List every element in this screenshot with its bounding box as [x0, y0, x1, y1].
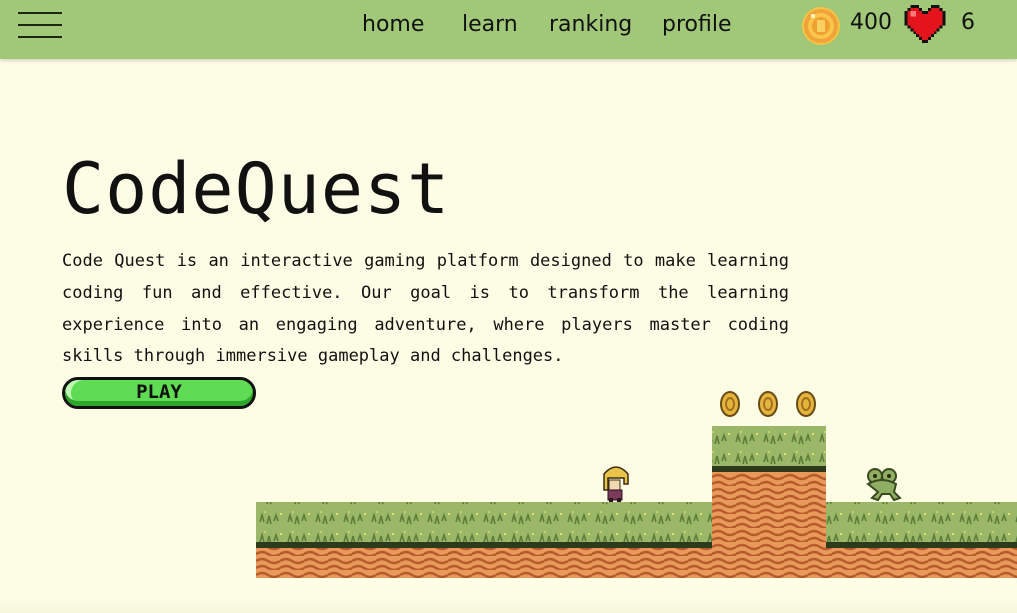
coin-icon	[802, 7, 840, 45]
heart-icon	[904, 5, 946, 43]
game-scene-illustration	[256, 391, 1017, 578]
hamburger-line	[18, 24, 62, 26]
scene-coin	[796, 391, 816, 417]
nav-link-learn[interactable]: learn	[462, 12, 518, 37]
nav-link-home[interactable]: home	[362, 12, 424, 37]
coin-count: 400	[850, 10, 892, 35]
ground-platform	[256, 502, 1017, 578]
player-character	[603, 466, 629, 502]
hamburger-line	[18, 36, 62, 38]
frog-enemy	[866, 468, 902, 502]
hamburger-line	[18, 12, 62, 14]
raised-block	[712, 426, 826, 578]
scene-coin	[720, 391, 740, 417]
hero-description: Code Quest is an interactive gaming plat…	[62, 251, 789, 367]
hamburger-menu-icon[interactable]	[18, 11, 62, 39]
nav-link-ranking[interactable]: ranking	[549, 12, 632, 37]
nav-link-profile[interactable]: profile	[662, 12, 732, 37]
play-button[interactable]: PLAY	[62, 377, 256, 409]
scene-coin	[758, 391, 778, 417]
lives-count: 6	[961, 10, 975, 35]
page-bottom-edge	[0, 597, 1017, 613]
top-navbar: home learn ranking profile 400 6	[0, 0, 1017, 59]
hero-title: CodeQuest	[62, 148, 451, 230]
